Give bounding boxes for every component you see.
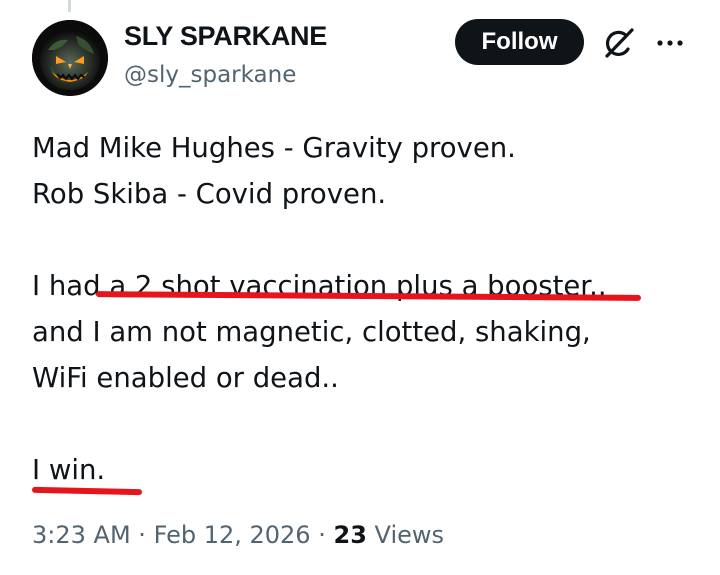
tweet-line: Mad Mike Hughes - Gravity proven.: [32, 132, 516, 164]
meta-separator: ·: [318, 521, 326, 549]
thread-connector-line: [68, 0, 71, 12]
avatar[interactable]: [32, 20, 108, 96]
views-label: Views: [374, 521, 445, 549]
meta-separator: ·: [138, 521, 146, 549]
tweet-date[interactable]: Feb 12, 2026: [154, 521, 311, 549]
tweet-line-break: [32, 217, 672, 263]
author-display-name[interactable]: SLY SPARKANE: [124, 21, 327, 52]
tweet-line: Rob Skiba - Covid proven.: [32, 178, 387, 210]
tweet-line: I win.: [32, 454, 106, 486]
red-underline-annotation: [31, 486, 143, 496]
follow-button[interactable]: Follow: [455, 19, 584, 65]
jack-o-lantern-earth-icon: [32, 20, 108, 96]
tweet-line: WiFi enabled or dead..: [32, 362, 339, 394]
author-handle[interactable]: @sly_sparkane: [124, 62, 296, 88]
views-count[interactable]: 23: [334, 521, 367, 549]
grok-icon[interactable]: [601, 25, 637, 61]
tweet-line: and I am not magnetic, clotted, shaking,: [32, 316, 591, 348]
more-options-icon[interactable]: [655, 33, 685, 53]
tweet-line: I had a 2 shot vaccination plus a booste…: [32, 270, 607, 302]
tweet-meta: 3:23 AM · Feb 12, 2026 · 23 Views: [32, 521, 444, 549]
tweet-body: Mad Mike Hughes - Gravity proven. Rob Sk…: [32, 125, 672, 493]
grok-slash-circle-icon: [605, 28, 634, 58]
tweet-line-break: [32, 401, 672, 447]
ellipsis-icon: [657, 40, 683, 46]
tweet-time[interactable]: 3:23 AM: [32, 521, 131, 549]
